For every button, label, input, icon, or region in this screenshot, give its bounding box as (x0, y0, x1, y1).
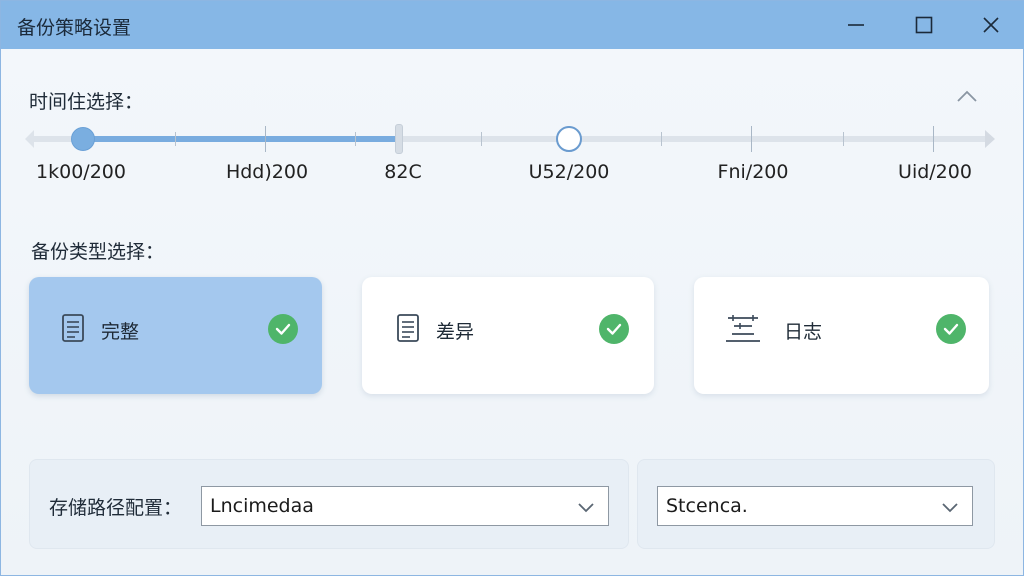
minimize-icon (848, 24, 864, 26)
storage-secondary-value: Stcenca. (666, 495, 748, 517)
type-card-full[interactable]: 完整 (29, 277, 322, 394)
chevron-up-icon (957, 90, 977, 102)
window-title: 备份策略设置 (17, 17, 132, 39)
check-circle-icon (599, 314, 629, 344)
type-section-label: 备份类型选择： (31, 241, 165, 263)
slider-range-handle[interactable] (395, 124, 403, 154)
tick-label: Hdd)200 (225, 161, 309, 183)
slider-tick (265, 126, 266, 152)
type-card-label: 完整 (101, 321, 140, 343)
maximize-button[interactable] (899, 7, 949, 43)
check-circle-icon (936, 314, 966, 344)
storage-path-label: 存储路径配置： (49, 497, 183, 519)
type-card-label: 日志 (784, 321, 823, 343)
chevron-down-icon (942, 503, 958, 513)
close-icon (983, 17, 999, 33)
storage-path-value: Lncimedaa (210, 495, 314, 517)
track-right-arrow (985, 130, 995, 148)
tick-label: 1k00/200 (36, 161, 126, 183)
tick-label: Fni/200 (717, 161, 789, 183)
close-button[interactable] (966, 7, 1016, 43)
type-card-log[interactable]: 日志 (694, 277, 989, 394)
document-icon (62, 314, 84, 342)
maximize-icon (915, 16, 933, 34)
document-icon (397, 314, 419, 342)
time-section-label: 时间住选择： (29, 91, 144, 113)
minimize-button[interactable] (831, 7, 881, 43)
slider-tick (751, 126, 752, 152)
slider-tick (661, 132, 662, 146)
tick-label: Uid/200 (898, 161, 972, 183)
tick-label: 82C (384, 161, 422, 183)
backup-policy-window: 备份策略设置 时间住选择： 1k00/200 Hdd)200 82C U52/2… (0, 0, 1024, 576)
storage-path-select[interactable]: Lncimedaa (201, 486, 609, 526)
type-card-label: 差异 (436, 321, 475, 343)
slider-tick (481, 132, 482, 146)
slider-tick (933, 126, 934, 152)
tick-label: U52/200 (528, 161, 610, 183)
slider-end-handle[interactable] (556, 126, 582, 152)
time-range-slider[interactable] (25, 119, 999, 159)
chevron-down-icon (578, 503, 594, 513)
slider-tick (175, 132, 176, 146)
storage-secondary-select[interactable]: Stcenca. (657, 486, 973, 526)
title-bar[interactable]: 备份策略设置 (1, 1, 1024, 49)
log-lines-icon (726, 315, 760, 342)
slider-start-handle[interactable] (71, 127, 95, 151)
collapse-button[interactable] (953, 85, 981, 107)
type-card-differential[interactable]: 差异 (362, 277, 654, 394)
check-circle-icon (268, 314, 298, 344)
slider-tick (355, 132, 356, 146)
slider-tick (843, 132, 844, 146)
